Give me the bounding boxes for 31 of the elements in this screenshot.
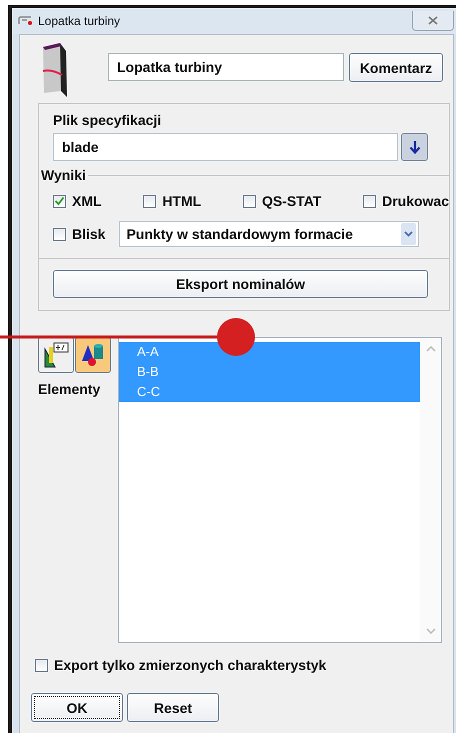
- result-checkbox[interactable]: Drukowac: [363, 193, 449, 209]
- result-checkbox[interactable]: XML: [53, 193, 102, 209]
- elements-label: Elementy: [38, 381, 102, 397]
- reset-button[interactable]: Reset: [127, 693, 219, 722]
- close-button[interactable]: [412, 11, 454, 31]
- shapes-tool-button[interactable]: [75, 337, 111, 373]
- window-title: Lopatka turbiny: [38, 14, 120, 28]
- name-field[interactable]: Lopatka turbiny: [108, 53, 344, 81]
- ruler-icon: [42, 341, 70, 369]
- scroll-down-icon: [426, 628, 436, 634]
- close-icon: [428, 16, 438, 25]
- results-label: Wyniki: [41, 167, 87, 183]
- export-button[interactable]: Eksport nominalów: [53, 270, 428, 298]
- ok-button[interactable]: OK: [31, 693, 123, 722]
- down-arrow-icon: [408, 140, 420, 154]
- ruler-tool-button[interactable]: [38, 337, 74, 373]
- browse-button[interactable]: [401, 133, 428, 161]
- result-checkbox[interactable]: HTML: [143, 193, 202, 209]
- spec-file-field[interactable]: blade: [53, 133, 398, 161]
- blisk-checkbox[interactable]: Blisk: [53, 226, 106, 242]
- turbine-blade-icon: [40, 41, 70, 99]
- chevron-down-icon: [404, 231, 414, 237]
- format-dropdown[interactable]: Punkty w standardowym formacie: [119, 221, 420, 247]
- comment-button[interactable]: Komentarz: [349, 53, 443, 82]
- checkmark-icon: [54, 196, 65, 206]
- scrollbar[interactable]: [420, 338, 441, 642]
- scroll-up-icon: [426, 346, 436, 352]
- measured-only-checkbox[interactable]: Export tylko zmierzonych charakterystyk: [35, 657, 453, 673]
- app-icon: [18, 16, 34, 26]
- result-checkbox[interactable]: QS-STAT: [242, 193, 322, 209]
- spec-label: Plik specyfikacji: [53, 112, 162, 128]
